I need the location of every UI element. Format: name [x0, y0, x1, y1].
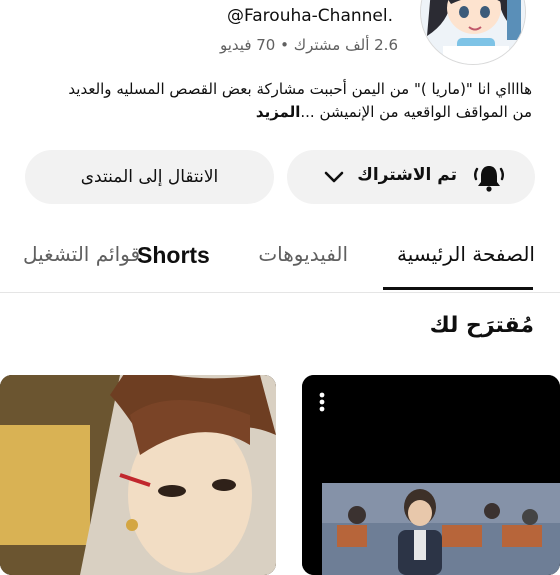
description-line-2-text: من المواقف الواقعيه من الإنميشن ... [300, 103, 532, 121]
channel-avatar[interactable] [421, 0, 525, 64]
channel-description[interactable]: هااااي انا "(ماريا )" من اليمن أحببت مشا… [22, 78, 532, 124]
thumbnail-scene-character [0, 375, 276, 575]
go-to-forum-button[interactable]: الانتقال إلى المنتدى [25, 150, 274, 204]
subscribed-label: تم الاشتراك [357, 165, 457, 185]
section-title: مُقترَح لك [429, 313, 534, 338]
channel-stats: 2.6 ألف مشترك • 70 فيديو [220, 36, 398, 54]
more-vert-icon[interactable] [319, 392, 325, 416]
tab-playlists[interactable]: قوائم التشغيل [23, 242, 140, 266]
description-line-2: من المواقف الواقعيه من الإنميشن ...المزي… [22, 101, 532, 124]
thumbnail-scene-classroom [302, 375, 560, 575]
video-thumbnail-2[interactable] [0, 375, 276, 575]
bell-ring-icon [473, 163, 505, 198]
tab-shorts[interactable]: Shorts [137, 242, 210, 269]
subscribed-button[interactable]: تم الاشتراك [287, 150, 535, 204]
forum-label: الانتقال إلى المنتدى [80, 167, 219, 187]
more-link[interactable]: المزيد [256, 103, 300, 121]
video-thumbnail-1[interactable] [302, 375, 560, 575]
tab-home-indicator [383, 287, 533, 290]
channel-handle: @Farouha-Channel. [227, 6, 393, 26]
tab-home[interactable]: الصفحة الرئيسية [397, 242, 535, 266]
channel-tabs: الصفحة الرئيسية الفيديوهات Shorts قوائم … [0, 230, 560, 293]
tab-videos[interactable]: الفيديوهات [258, 242, 348, 266]
description-line-1: هااااي انا "(ماريا )" من اليمن أحببت مشا… [68, 80, 532, 98]
chevron-down-icon [323, 169, 345, 190]
avatar-illustration [421, 0, 525, 64]
